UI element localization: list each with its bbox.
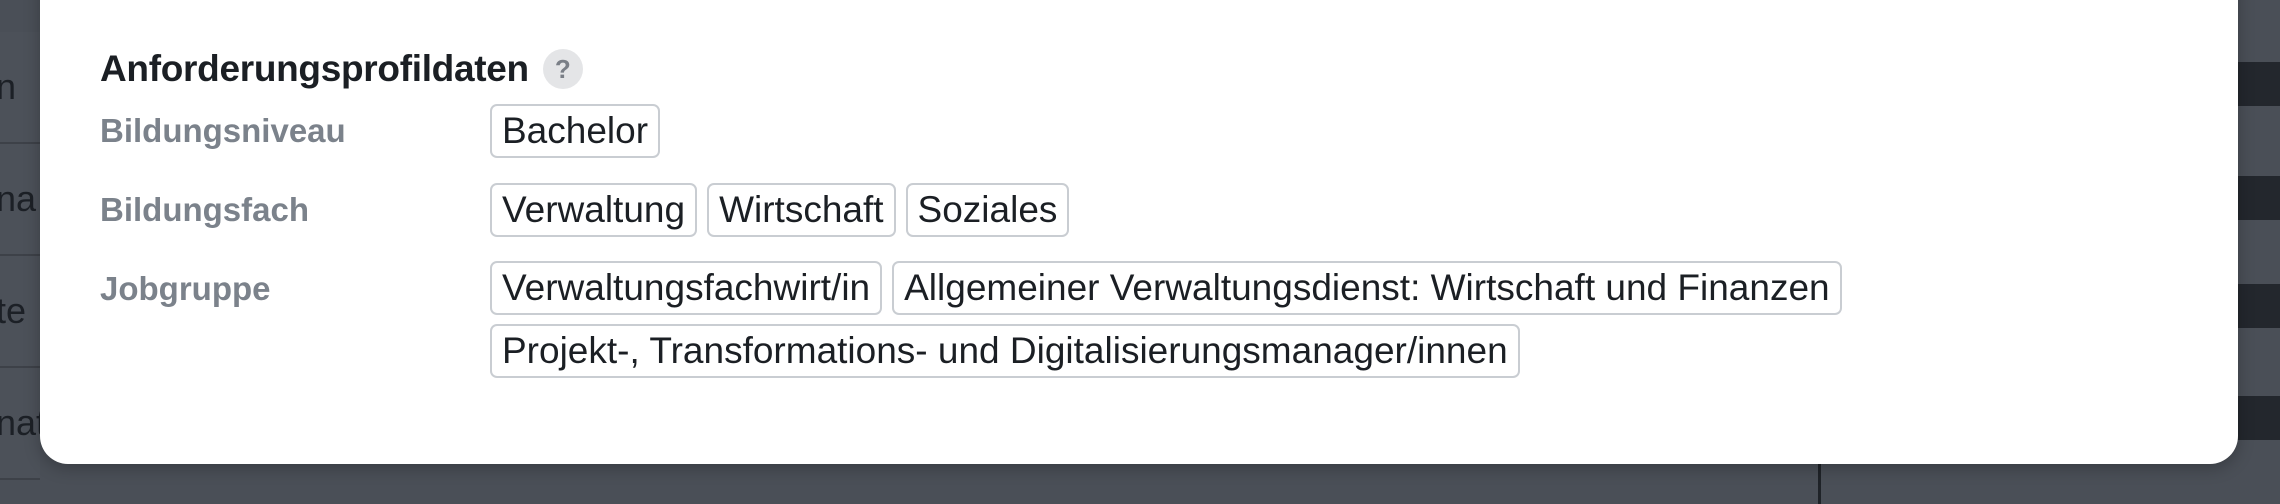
tag-list-jobgruppe-continued: Projekt-, Transformations- und Digitalis… <box>490 324 1520 378</box>
tag-bildungsfach: Wirtschaft <box>707 183 896 237</box>
tag-bildungsniveau: Bachelor <box>490 104 661 158</box>
tag-list-bildungsniveau: Bachelor <box>490 104 661 158</box>
field-label-jobgruppe: Jobgruppe <box>100 270 271 307</box>
background-row: te <box>0 256 40 368</box>
tag-jobgruppe: Projekt-, Transformations- und Digitalis… <box>490 324 1520 378</box>
background-row: nat <box>0 368 40 480</box>
background-row: na <box>0 144 40 256</box>
tag-bildungsfach: Soziales <box>905 183 1070 237</box>
field-label-bildungsniveau: Bildungsniveau <box>100 112 346 149</box>
tag-jobgruppe: Verwaltungsfachwirt/in <box>490 261 883 315</box>
tag-list-jobgruppe: Verwaltungsfachwirt/in Allgemeiner Verwa… <box>490 261 1842 315</box>
tag-bildungsfach: Verwaltung <box>490 183 698 237</box>
requirement-profile-dialog: Anforderungsprofildaten ? Bildungsniveau… <box>40 0 2238 464</box>
tag-list-bildungsfach: Verwaltung Wirtschaft Soziales <box>490 183 1070 237</box>
section-header: Anforderungsprofildaten ? <box>100 48 583 90</box>
section-title: Anforderungsprofildaten <box>100 48 529 89</box>
field-label-bildungsfach: Bildungsfach <box>100 191 310 228</box>
help-icon[interactable]: ? <box>542 49 583 89</box>
background-row: n <box>0 32 40 144</box>
tag-jobgruppe: Allgemeiner Verwaltungsdienst: Wirtschaf… <box>892 261 1842 315</box>
